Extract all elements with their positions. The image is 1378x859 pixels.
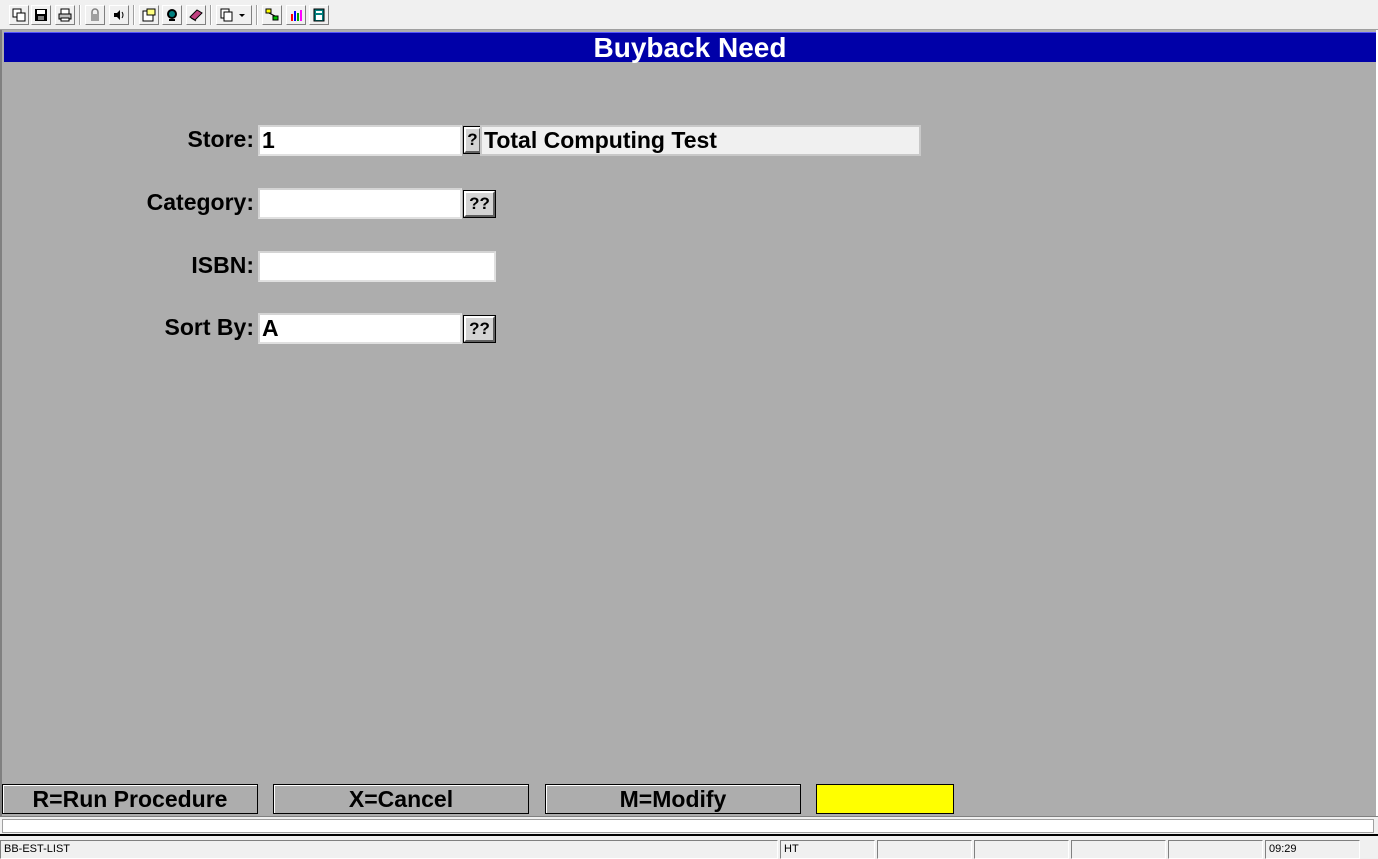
page-title: Buyback Need: [4, 32, 1376, 63]
status-cell-3: [877, 840, 972, 859]
main-form: Buyback Need Store: 1 ? Total Computing …: [0, 30, 1378, 816]
store-label: Store:: [187, 126, 254, 152]
calculator-icon[interactable]: [309, 5, 329, 25]
status-program: BB-EST-LIST: [0, 840, 778, 859]
category-label: Category:: [146, 189, 254, 215]
status-cell-4: [974, 840, 1069, 859]
status-cell-5: [1071, 840, 1166, 859]
modify-button[interactable]: M=Modify: [545, 784, 801, 814]
new-window-icon[interactable]: [9, 5, 29, 25]
copy-dropdown-icon[interactable]: [216, 5, 252, 25]
highlight-indicator: [816, 784, 954, 814]
chart-icon[interactable]: [286, 5, 306, 25]
properties-icon[interactable]: [139, 5, 159, 25]
category-lookup-button[interactable]: ??: [463, 190, 496, 218]
save-icon[interactable]: [31, 5, 51, 25]
toolbar: [0, 0, 1378, 30]
book-icon[interactable]: [186, 5, 206, 25]
status-bar: BB-EST-LIST HT 09:29: [0, 838, 1378, 859]
isbn-input[interactable]: [258, 251, 496, 282]
run-procedure-button[interactable]: R=Run Procedure: [2, 784, 258, 814]
cancel-button[interactable]: X=Cancel: [273, 784, 529, 814]
print-icon[interactable]: [55, 5, 75, 25]
monitor-icon[interactable]: [162, 5, 182, 25]
status-mode: HT: [780, 840, 875, 859]
store-lookup-button[interactable]: ?: [463, 126, 482, 154]
sound-icon[interactable]: [109, 5, 129, 25]
sort-by-input[interactable]: A: [258, 313, 462, 344]
network-icon[interactable]: [262, 5, 282, 25]
lock-icon[interactable]: [85, 5, 105, 25]
store-input[interactable]: 1: [258, 125, 462, 156]
status-cell-6: [1168, 840, 1263, 859]
status-time: 09:29: [1265, 840, 1360, 859]
command-line: [0, 816, 1378, 836]
store-description: Total Computing Test: [480, 125, 921, 156]
isbn-label: ISBN:: [191, 252, 254, 278]
category-input[interactable]: [258, 188, 462, 219]
sort-by-label: Sort By:: [164, 314, 254, 340]
command-input[interactable]: [2, 819, 1374, 833]
sort-by-lookup-button[interactable]: ??: [463, 315, 496, 343]
